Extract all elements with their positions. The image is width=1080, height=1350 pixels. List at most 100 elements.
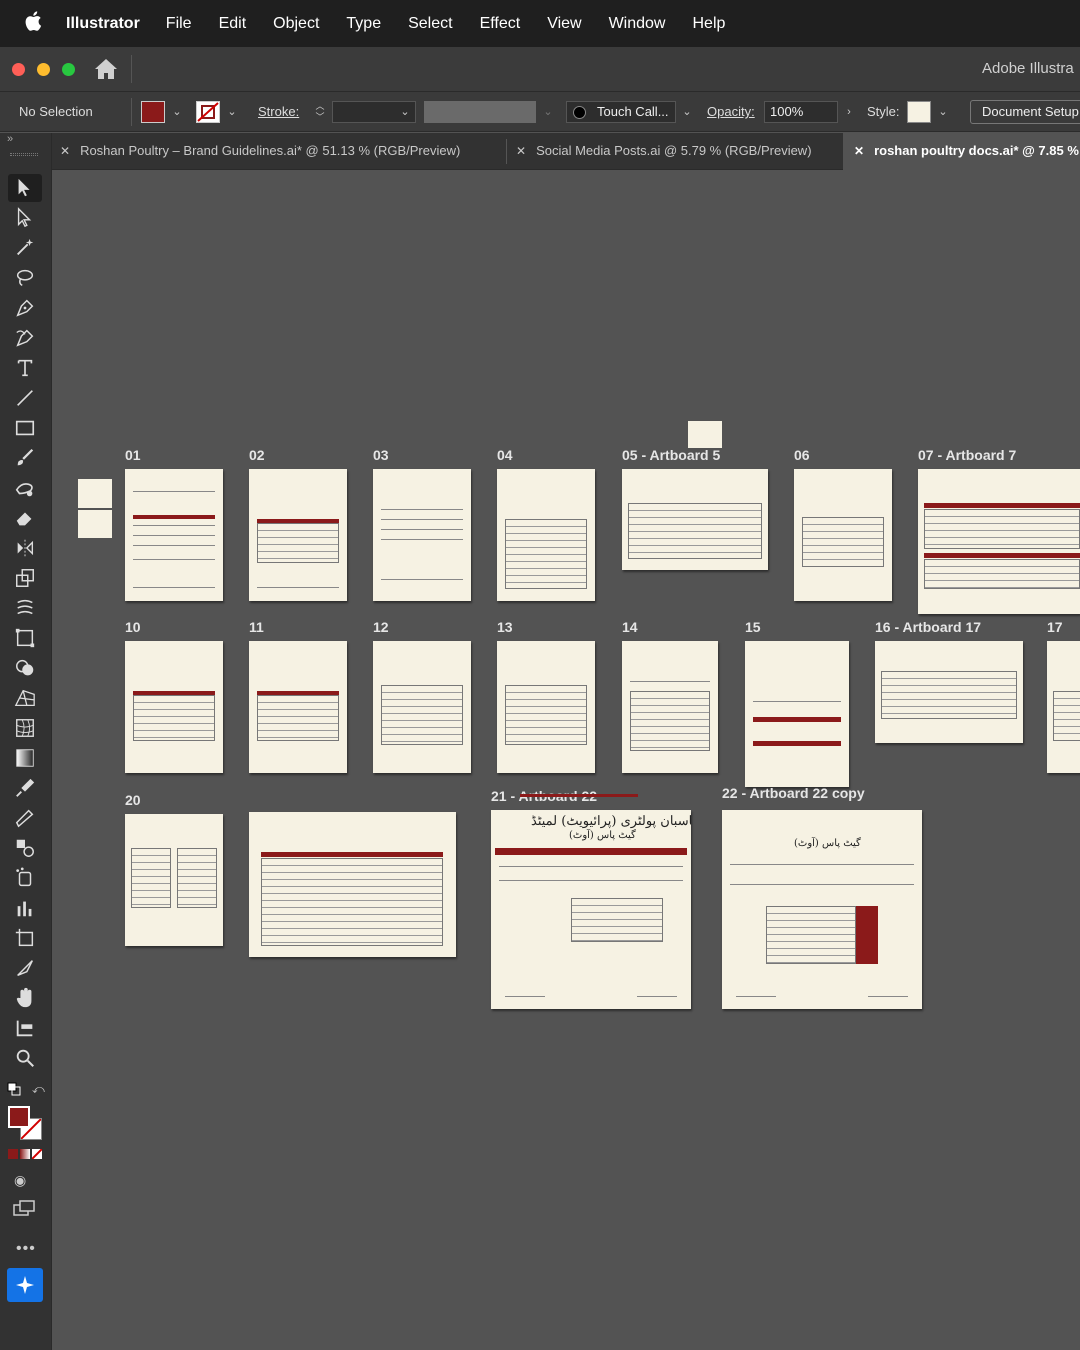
scale-button[interactable] — [8, 564, 42, 592]
stray-object[interactable] — [688, 421, 722, 448]
reflect-button[interactable] — [8, 534, 42, 562]
paintbrush-button[interactable] — [8, 444, 42, 472]
apple-icon[interactable] — [0, 10, 66, 37]
artboard-12[interactable] — [373, 641, 471, 773]
minimize-window-button[interactable] — [37, 63, 50, 76]
artboard-22[interactable]: گیٹ پاس (آوٹ) — [722, 810, 922, 1009]
document-setup-button[interactable]: Document Setup — [970, 100, 1080, 124]
artboard-label[interactable]: 12 — [373, 619, 389, 635]
artboard-label[interactable]: 13 — [497, 619, 513, 635]
eraser-button[interactable] — [8, 504, 42, 532]
zoom-window-button[interactable] — [62, 63, 75, 76]
blend-button[interactable] — [8, 834, 42, 862]
artboard-label[interactable]: 11 — [249, 619, 264, 635]
artboard-label[interactable]: 14 — [622, 619, 638, 635]
pen-button[interactable] — [8, 294, 42, 322]
artboard-10[interactable] — [125, 641, 223, 773]
artboard-button[interactable] — [8, 924, 42, 952]
fill-box[interactable] — [8, 1106, 30, 1128]
tab-social-media-posts[interactable]: ✕ Social Media Posts.ai @ 5.79 % (RGB/Pre… — [516, 133, 812, 170]
chevron-down-icon[interactable]: ⌄ — [538, 101, 558, 123]
eyedropper-button[interactable] — [8, 774, 42, 802]
draw-mode-icon[interactable]: ◉ — [14, 1172, 26, 1189]
chevron-down-icon[interactable]: ⌄ — [222, 101, 242, 123]
lasso-button[interactable] — [8, 264, 42, 292]
artboard-label[interactable]: 20 — [125, 792, 141, 808]
artboard-02[interactable] — [249, 469, 347, 601]
gradient-icon[interactable] — [20, 1149, 30, 1159]
artboard-label[interactable]: 05 - Artboard 5 — [622, 447, 720, 463]
chevron-down-icon[interactable]: ⌄ — [395, 101, 415, 123]
close-window-button[interactable] — [12, 63, 25, 76]
panel-grip[interactable] — [10, 153, 38, 156]
none-icon[interactable] — [32, 1149, 42, 1159]
slice-button[interactable] — [8, 954, 42, 982]
opacity-label[interactable]: Opacity: — [707, 104, 755, 119]
canvas[interactable]: 01 02 03 04 05 - Artboard 5 06 07 - Artb… — [52, 171, 1080, 1350]
home-icon[interactable] — [93, 57, 119, 81]
artboard-label[interactable]: 03 — [373, 447, 389, 463]
artboard-06[interactable] — [794, 469, 892, 601]
artboard-label[interactable]: 07 - Artboard 7 — [918, 447, 1016, 463]
fill-color-swatch[interactable] — [141, 101, 165, 123]
artboard-label[interactable]: 06 — [794, 447, 810, 463]
artboard-label[interactable]: 17 — [1047, 619, 1063, 635]
blob-brush-button[interactable] — [8, 474, 42, 502]
chevron-down-icon[interactable]: ⌄ — [933, 101, 953, 123]
menu-type[interactable]: Type — [346, 15, 381, 33]
screen-mode-icon[interactable] — [13, 1200, 37, 1218]
artboard-17[interactable] — [1047, 641, 1080, 773]
menu-edit[interactable]: Edit — [219, 15, 247, 33]
artboard-05[interactable] — [622, 469, 768, 570]
line-segment-button[interactable] — [8, 384, 42, 412]
shape-builder-button[interactable] — [8, 654, 42, 682]
artboard-21[interactable]: پاسبان پولٹری (پرائیویٹ) لمیٹڈ گیٹ پاس (… — [491, 810, 691, 1009]
app-menu[interactable]: Illustrator — [66, 15, 140, 33]
artboard-label[interactable]: 04 — [497, 447, 513, 463]
menu-view[interactable]: View — [547, 15, 581, 33]
stray-object[interactable] — [78, 510, 112, 538]
selection-tool-button[interactable] — [8, 174, 42, 202]
artboard-15[interactable] — [745, 641, 849, 787]
swap-fill-stroke-icon[interactable]: ⤺ — [32, 1082, 46, 1096]
menu-file[interactable]: File — [166, 15, 192, 33]
chevron-right-icon[interactable]: › — [839, 101, 859, 123]
free-transform-button[interactable] — [8, 624, 42, 652]
chevron-down-icon[interactable]: ⌄ — [677, 101, 697, 123]
curvature-button[interactable] — [8, 324, 42, 352]
artboard-11[interactable] — [249, 641, 347, 773]
artboard-label[interactable]: 10 — [125, 619, 141, 635]
type-button[interactable] — [8, 354, 42, 382]
stroke-color-swatch[interactable] — [196, 101, 220, 123]
tab-roshan-poultry-docs[interactable]: ✕ roshan poultry docs.ai* @ 7.85 % — [843, 133, 1080, 170]
tab-brand-guidelines[interactable]: ✕ Roshan Poultry – Brand Guidelines.ai* @… — [60, 133, 460, 170]
menu-object[interactable]: Object — [273, 15, 319, 33]
artboard-label[interactable]: 22 - Artboard 22 copy — [722, 785, 865, 801]
color-icon[interactable] — [8, 1149, 18, 1159]
artboard-14[interactable] — [622, 641, 718, 773]
close-icon[interactable]: ✕ — [516, 144, 526, 158]
menu-select[interactable]: Select — [408, 15, 452, 33]
print-tiling-button[interactable] — [8, 1014, 42, 1042]
artboard-20[interactable] — [125, 814, 223, 946]
default-fill-stroke-icon[interactable] — [7, 1082, 21, 1096]
perspective-grid-button[interactable] — [8, 684, 42, 712]
stray-object[interactable] — [78, 479, 112, 508]
generative-ai-button[interactable] — [7, 1268, 43, 1302]
measure-button[interactable] — [8, 804, 42, 832]
opacity-field[interactable]: 100% — [764, 101, 838, 123]
close-icon[interactable]: ✕ — [854, 144, 864, 158]
mesh-button[interactable] — [8, 714, 42, 742]
brush-definition[interactable]: Touch Call... — [566, 101, 676, 123]
symbol-sprayer-button[interactable] — [8, 864, 42, 892]
menu-effect[interactable]: Effect — [480, 15, 521, 33]
rectangle-button[interactable] — [8, 414, 42, 442]
chevron-down-icon[interactable]: ⌄ — [167, 101, 187, 123]
column-graph-button[interactable] — [8, 894, 42, 922]
warp-button[interactable] — [8, 594, 42, 622]
menu-help[interactable]: Help — [692, 15, 725, 33]
artboard-04[interactable] — [497, 469, 595, 601]
artboard-label[interactable]: 01 — [125, 447, 141, 463]
artboard-label[interactable]: 16 - Artboard 17 — [875, 619, 981, 635]
edit-toolbar-icon[interactable]: ••• — [16, 1240, 36, 1258]
